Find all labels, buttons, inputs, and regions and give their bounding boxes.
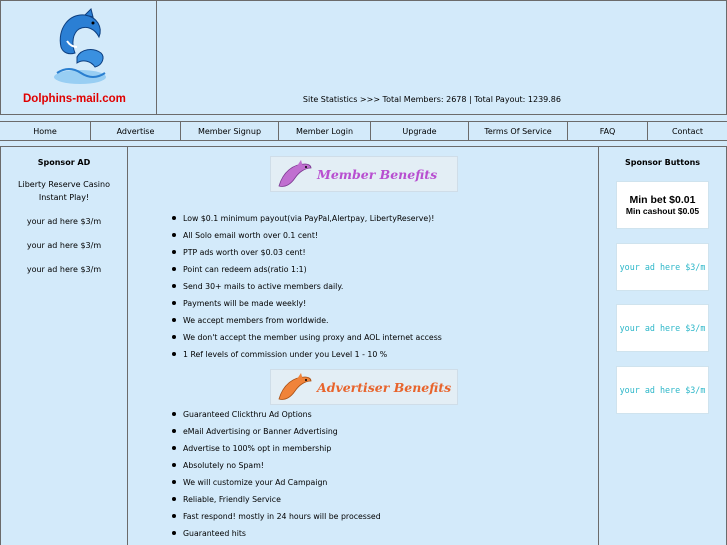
header-logo-cell: Dolphins-mail.com bbox=[0, 0, 157, 115]
nav-contact[interactable]: Contact bbox=[648, 122, 727, 140]
left-ad-slot[interactable]: your ad here $3/m bbox=[1, 215, 127, 228]
right-sponsor-column: Sponsor Buttons Min bet $0.01 Min cashou… bbox=[598, 146, 727, 545]
list-item: We accept members from worldwide. bbox=[172, 312, 442, 329]
list-item: Low $0.1 minimum payout(via PayPal,Alert… bbox=[172, 210, 442, 227]
min-bet-sponsor-button[interactable]: Min bet $0.01 Min cashout $0.05 bbox=[616, 181, 709, 229]
nav-upgrade[interactable]: Upgrade bbox=[371, 122, 469, 140]
site-statistics: Site Statistics >>> Total Members: 2678 … bbox=[302, 95, 561, 104]
list-item: We don't accept the member using proxy a… bbox=[172, 329, 442, 346]
list-item: eMail Advertising or Banner Advertising bbox=[172, 423, 381, 440]
advertiser-benefits-list: Guaranteed Clickthru Ad Options eMail Ad… bbox=[172, 406, 381, 542]
dolphin-icon bbox=[278, 160, 312, 187]
list-item: Absolutely no Spam! bbox=[172, 457, 381, 474]
list-item: Reliable, Friendly Service bbox=[172, 491, 381, 508]
sponsor-ad-button[interactable]: your ad here $3/m bbox=[616, 304, 709, 352]
sponsor-ad-button[interactable]: your ad here $3/m bbox=[616, 366, 709, 414]
sponsor-ad-text: your ad here $3/m bbox=[619, 385, 706, 395]
dolphin-logo bbox=[54, 8, 106, 84]
sponsor-ad-title: Sponsor AD bbox=[37, 158, 91, 167]
nav-advertise[interactable]: Advertise bbox=[91, 122, 181, 140]
nav-home[interactable]: Home bbox=[0, 122, 91, 140]
list-item: Fast respond! mostly in 24 hours will be… bbox=[172, 508, 381, 525]
site-brand[interactable]: Dolphins-mail.com bbox=[23, 93, 126, 105]
list-item: Point can redeem ads(ratio 1:1) bbox=[172, 261, 442, 278]
member-benefits-title: Member Benefits bbox=[317, 167, 438, 182]
sponsor-ad-text: your ad here $3/m bbox=[619, 323, 706, 333]
nav-terms-of-service[interactable]: Terms Of Service bbox=[469, 122, 568, 140]
list-item: Advertise to 100% opt in membership bbox=[172, 440, 381, 457]
list-item: We will customize your Ad Campaign bbox=[172, 474, 381, 491]
list-item: Guaranteed Clickthru Ad Options bbox=[172, 406, 381, 423]
main-navbar: Home Advertise Member Signup Member Logi… bbox=[0, 121, 727, 141]
member-benefits-list: Low $0.1 minimum payout(via PayPal,Alert… bbox=[172, 210, 442, 363]
sponsor-ad-text: your ad here $3/m bbox=[619, 262, 706, 272]
nav-faq[interactable]: FAQ bbox=[568, 122, 648, 140]
sponsor-buttons-title: Sponsor Buttons bbox=[624, 158, 701, 167]
nav-member-signup[interactable]: Member Signup bbox=[181, 122, 279, 140]
member-benefits-banner: Member Benefits bbox=[270, 156, 458, 192]
list-item: PTP ads worth over $0.03 cent! bbox=[172, 244, 442, 261]
list-item: Payments will be made weekly! bbox=[172, 295, 442, 312]
casino-ad-link[interactable]: Liberty Reserve Casino Instant Play! bbox=[1, 178, 127, 204]
main-content: Member Benefits Low $0.1 minimum payout(… bbox=[127, 146, 599, 545]
advertiser-benefits-banner: Advertiser Benefits bbox=[270, 369, 458, 405]
advertiser-benefits-title: Advertiser Benefits bbox=[317, 380, 452, 395]
list-item: Guaranteed hits bbox=[172, 525, 381, 542]
nav-member-login[interactable]: Member Login bbox=[279, 122, 371, 140]
left-ad-slot[interactable]: your ad here $3/m bbox=[1, 239, 127, 252]
list-item: All Solo email worth over 0.1 cent! bbox=[172, 227, 442, 244]
dolphin-icon bbox=[278, 373, 312, 400]
min-cashout-text: Min cashout $0.05 bbox=[625, 206, 700, 216]
list-item: 1 Ref levels of commission under you Lev… bbox=[172, 346, 442, 363]
min-bet-text: Min bet $0.01 bbox=[629, 194, 696, 206]
sponsor-ad-button[interactable]: your ad here $3/m bbox=[616, 243, 709, 291]
left-sponsor-column: Sponsor AD Liberty Reserve Casino Instan… bbox=[0, 146, 128, 545]
left-ad-slot[interactable]: your ad here $3/m bbox=[1, 263, 127, 276]
header-stats-cell: Site Statistics >>> Total Members: 2678 … bbox=[156, 0, 727, 115]
list-item: Send 30+ mails to active members daily. bbox=[172, 278, 442, 295]
